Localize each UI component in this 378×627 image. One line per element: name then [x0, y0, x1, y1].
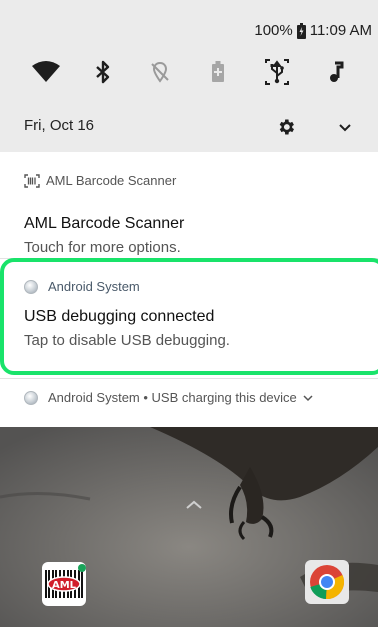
location-off-icon: [151, 61, 169, 83]
chrome-app-icon[interactable]: [304, 559, 350, 605]
battery-saver-icon: [212, 61, 224, 82]
notification-app-name: Android System: [48, 279, 140, 294]
battery-icon: [296, 22, 306, 39]
clock: 11:09 AM: [309, 22, 372, 39]
bluetooth-tile[interactable]: [83, 52, 123, 92]
gear-icon[interactable]: [276, 117, 296, 137]
notification-title: USB debugging connected: [24, 308, 215, 325]
battery-saver-tile[interactable]: [198, 52, 238, 92]
music-tile[interactable]: [316, 52, 356, 92]
usb-tile[interactable]: [257, 52, 297, 92]
bluetooth-icon: [96, 60, 110, 84]
home-wallpaper: AML: [0, 427, 378, 627]
notification-text: Touch for more options.: [24, 239, 181, 256]
notification-usb-charging[interactable]: Android System • USB charging this devic…: [24, 390, 313, 405]
date-row: Fri, Oct 16: [0, 106, 378, 146]
notification-list: AML Barcode Scanner AML Barcode Scanner …: [0, 152, 378, 427]
android-system-icon: [24, 279, 38, 294]
music-note-icon: [330, 61, 344, 82]
status-bar: 100% 11:09 AM: [254, 22, 372, 39]
divider: [0, 258, 378, 259]
aml-logo-icon: AML: [42, 562, 86, 606]
date-label: Fri, Oct 16: [24, 117, 95, 134]
notification-summary: Android System • USB charging this devic…: [48, 390, 297, 405]
quick-settings-panel: 100% 11:09 AM Fri, Oct 16: [0, 0, 378, 152]
android-system-icon: [24, 390, 38, 405]
usb-icon: [265, 59, 289, 85]
notification-header: AML Barcode Scanner: [24, 173, 176, 188]
wifi-icon: [32, 61, 60, 82]
divider: [0, 378, 378, 379]
notification-app-name: AML Barcode Scanner: [46, 173, 177, 188]
notification-text: Tap to disable USB debugging.: [24, 332, 230, 349]
location-tile[interactable]: [140, 52, 180, 92]
quick-tiles: [0, 52, 378, 92]
wifi-tile[interactable]: [26, 52, 66, 92]
chevron-down-icon[interactable]: [303, 394, 313, 402]
chevron-up-icon[interactable]: [184, 499, 204, 511]
svg-text:AML: AML: [52, 580, 77, 591]
aml-app-icon[interactable]: AML: [40, 560, 88, 608]
barcode-scanner-icon: [24, 173, 40, 188]
notification-title: AML Barcode Scanner: [24, 215, 185, 232]
notification-header: Android System: [24, 279, 140, 294]
battery-percent: 100%: [254, 22, 293, 39]
chrome-logo-icon: [305, 560, 349, 604]
chevron-down-icon[interactable]: [336, 118, 354, 136]
